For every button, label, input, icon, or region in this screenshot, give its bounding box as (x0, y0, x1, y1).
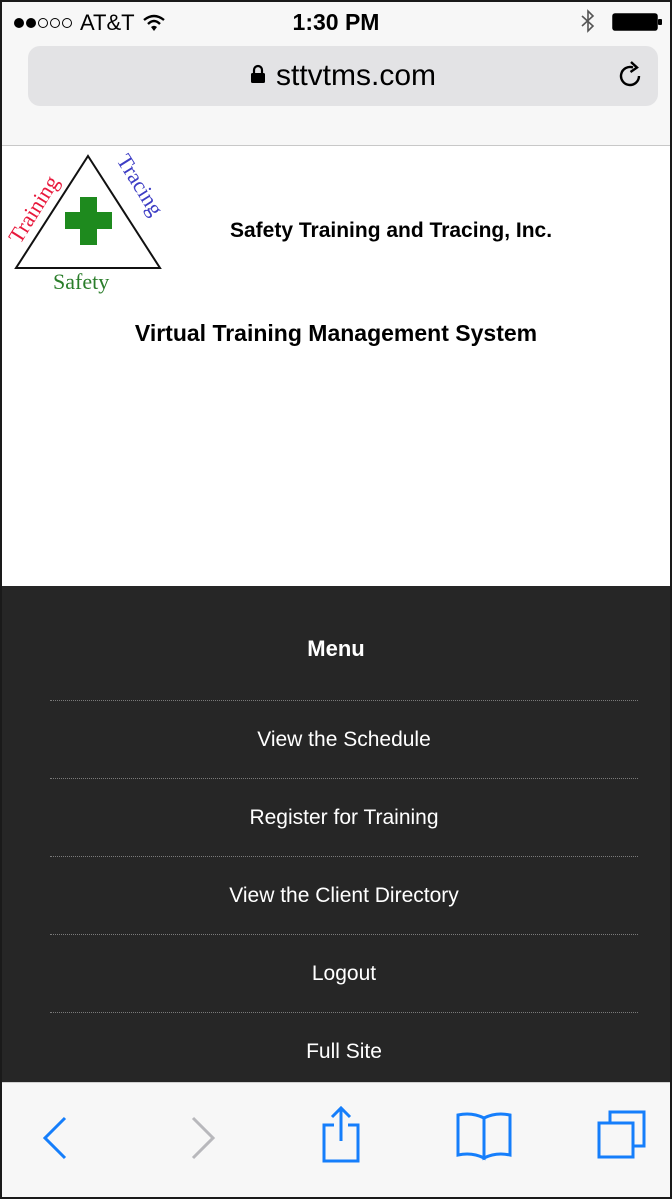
url-group[interactable]: sttvtms.com (28, 59, 658, 93)
tabs-icon[interactable] (596, 1109, 648, 1161)
share-icon[interactable] (320, 1105, 362, 1163)
menu-item-full-site[interactable]: Full Site (50, 1012, 638, 1090)
browser-chrome: sttvtms.com (2, 38, 670, 146)
page-title: Virtual Training Management System (134, 320, 538, 346)
bookmarks-icon[interactable] (454, 1111, 514, 1161)
reload-icon[interactable] (618, 61, 644, 89)
bluetooth-icon (581, 9, 595, 33)
back-icon[interactable] (40, 1115, 70, 1161)
menu-title: Menu (307, 636, 365, 661)
battery-icon (612, 13, 662, 31)
url-text: sttvtms.com (275, 59, 436, 92)
status-time: 1:30 PM (292, 9, 380, 35)
logo-word-safety: Safety (53, 269, 109, 294)
address-bar[interactable]: sttvtms.com (28, 46, 658, 106)
forward-icon[interactable] (188, 1115, 218, 1161)
phone-frame: AT&T 1:30 PM sttvtms.com Training Tracin… (0, 0, 672, 1199)
page-content: Training Tracing Safety Safety Training … (2, 146, 670, 586)
browser-toolbar (2, 1082, 670, 1197)
lock-icon (250, 64, 265, 84)
company-logo: Training Tracing Safety (8, 150, 169, 294)
menu-panel: Menu View the Schedule Register for Trai… (2, 586, 670, 1082)
menu-item-logout[interactable]: Logout (50, 934, 638, 1012)
menu-item-view-schedule[interactable]: View the Schedule (50, 700, 638, 778)
menu-item-client-directory[interactable]: View the Client Directory (50, 856, 638, 934)
company-name: Safety Training and Tracing, Inc. (230, 219, 553, 242)
status-bar: AT&T 1:30 PM (2, 2, 670, 38)
menu-item-register-training[interactable]: Register for Training (50, 778, 638, 856)
